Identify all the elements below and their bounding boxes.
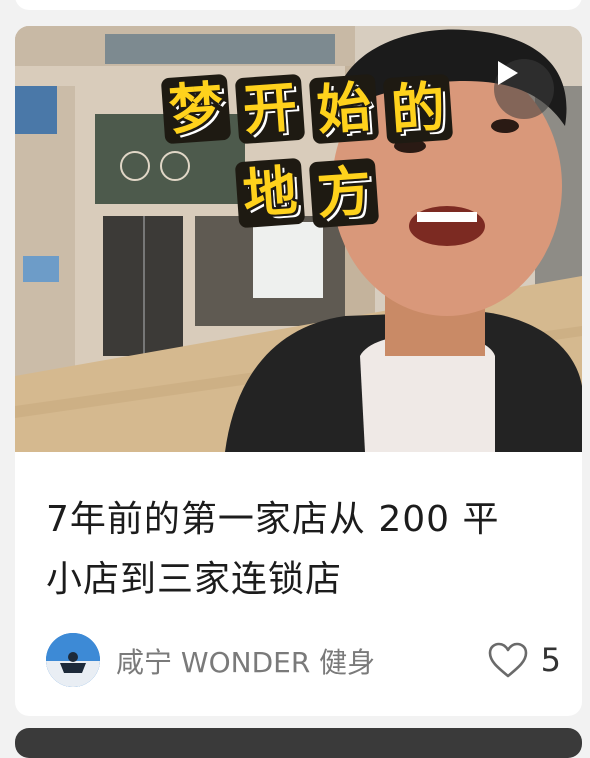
avatar[interactable] xyxy=(46,633,100,687)
previous-card-edge[interactable] xyxy=(15,0,582,10)
avatar-image xyxy=(46,633,100,687)
overlay-char: 方 xyxy=(308,157,380,229)
video-title[interactable]: 7年前的第一家店从 200 平 小店到三家连锁店 xyxy=(46,490,561,610)
like-count: 5 xyxy=(540,641,561,679)
title-line: 小店到三家连锁店 xyxy=(46,559,343,600)
overlay-char: 地 xyxy=(234,157,306,229)
overlay-title: 梦 开 始 的 地 方 xyxy=(160,73,463,276)
overlay-char: 始 xyxy=(308,73,380,145)
next-card-edge[interactable] xyxy=(15,728,582,758)
play-button[interactable] xyxy=(494,59,554,119)
overlay-char: 梦 xyxy=(160,73,232,145)
card-footer: 咸宁 WONDER 健身 5 xyxy=(46,629,561,691)
overlay-char: 的 xyxy=(382,73,454,145)
heart-outline-icon xyxy=(488,642,527,678)
like-button[interactable]: 5 xyxy=(487,637,561,683)
video-card[interactable]: 梦 开 始 的 地 方 7年前的第一家店从 200 平 小店到三家连锁店 咸宁 … xyxy=(15,26,582,716)
author-name[interactable]: 咸宁 WONDER 健身 xyxy=(116,641,375,681)
play-icon xyxy=(498,61,518,85)
video-cover[interactable]: 梦 开 始 的 地 方 xyxy=(15,26,582,452)
title-line: 7年前的第一家店从 200 平 xyxy=(46,499,500,540)
overlay-char: 开 xyxy=(234,73,306,145)
